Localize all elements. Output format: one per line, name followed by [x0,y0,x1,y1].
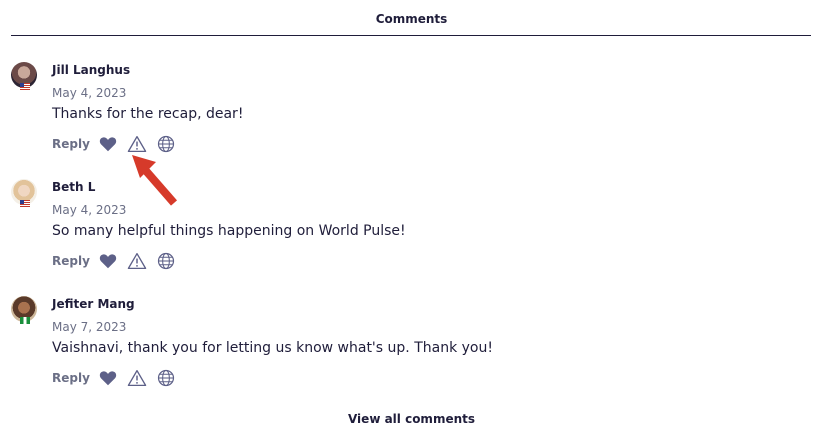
us-flag-icon [20,200,30,207]
comment-date: May 4, 2023 [52,86,127,100]
globe-icon[interactable] [156,368,176,388]
comment-item: Jill Langhus May 4, 2023 Thanks for the … [0,0,837,153]
nigeria-flag-icon [20,317,30,324]
comment-date: May 4, 2023 [52,203,127,217]
comment-item: Jefiter Mang May 7, 2023 Vaishnavi, than… [0,234,837,387]
comment-author[interactable]: Jefiter Mang [52,297,135,311]
comment-item: Beth L May 4, 2023 So many helpful thing… [0,117,837,270]
view-all-comments-link[interactable]: View all comments [0,412,823,426]
us-flag-icon [20,83,30,90]
comment-date: May 7, 2023 [52,320,127,334]
comment-text: Vaishnavi, thank you for letting us know… [52,340,493,356]
reply-button[interactable]: Reply [52,371,90,385]
comment-author[interactable]: Jill Langhus [52,63,130,77]
comment-author[interactable]: Beth L [52,180,95,194]
comment-actions: Reply [52,368,185,388]
warning-triangle-icon[interactable] [127,368,147,388]
heart-icon[interactable] [98,368,118,388]
